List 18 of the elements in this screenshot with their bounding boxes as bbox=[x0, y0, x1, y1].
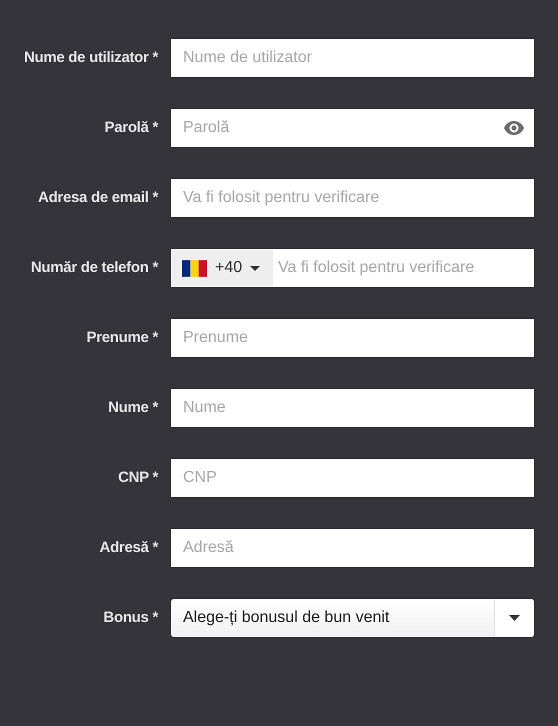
password-field[interactable]: Parolă bbox=[171, 109, 534, 147]
field-label: Nume de utilizator * bbox=[22, 48, 158, 68]
field-label: Prenume * bbox=[86, 328, 158, 348]
dropdown-value: Alege-ți bonusul de bun venit bbox=[182, 608, 390, 628]
phone-field[interactable]: Va fi folosit pentru verificare bbox=[273, 249, 534, 287]
caret-icon bbox=[509, 615, 520, 621]
field-label: Bonus * bbox=[102, 608, 158, 628]
field-label: CNP * bbox=[117, 468, 158, 488]
field-label: Adresa de email * bbox=[37, 188, 158, 208]
caret-icon bbox=[250, 266, 260, 270]
eye-icon[interactable] bbox=[504, 121, 524, 135]
flag-icon bbox=[182, 260, 207, 276]
field-label: Parolă * bbox=[104, 118, 158, 138]
bonus-dropdown[interactable]: Alege-ți bonusul de bun venit bbox=[171, 599, 534, 637]
field-label: Nume * bbox=[107, 398, 158, 418]
field-label: Număr de telefon * bbox=[30, 258, 158, 278]
country-code-dropdown[interactable]: +40 bbox=[171, 249, 273, 287]
field-label: Adresă * bbox=[98, 538, 158, 558]
